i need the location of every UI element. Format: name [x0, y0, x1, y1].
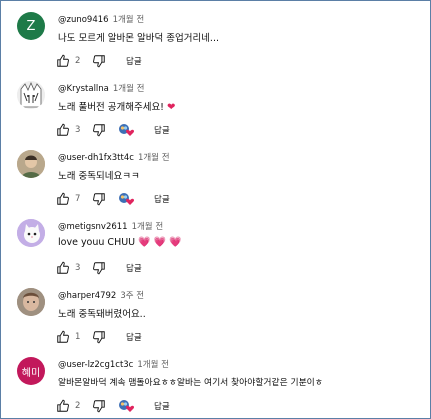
comment-author[interactable]: @Krystallna: [58, 84, 109, 94]
like-count: 3: [75, 263, 81, 273]
comment-author[interactable]: @metigsnv2611: [58, 222, 128, 232]
reply-button[interactable]: 답글: [126, 331, 142, 343]
comment-item: 혜미 @user-lz2cg1ct3c 1개월 전 알바몬알바덕 계속 맴돌아요ㅎ…: [0, 349, 431, 417]
reply-button[interactable]: 답글: [154, 193, 170, 205]
comment-meta: @Krystallna 1개월 전: [58, 82, 144, 94]
creator-heart-icon: [118, 192, 136, 206]
comment-meta: @user-dh1fx3tt4c 1개월 전: [58, 151, 170, 163]
thumbs-up-icon[interactable]: [56, 261, 70, 275]
like-count: 2: [75, 56, 81, 66]
thumbs-down-icon[interactable]: [92, 192, 106, 206]
avatar[interactable]: Z: [17, 12, 45, 40]
thumbs-down-icon[interactable]: [92, 261, 106, 275]
comment-time[interactable]: 1개월 전: [113, 15, 145, 25]
heart-emoji: 💗 💗 💗: [138, 237, 182, 248]
comment-item: @user-dh1fx3tt4c 1개월 전 노래 중독되네요ㅋㅋ 7 답글: [0, 142, 431, 210]
comment-text-content: 노래 중독돼버렸어요..: [58, 309, 146, 320]
comment-time[interactable]: 1개월 전: [113, 84, 145, 94]
like-count: 3: [75, 125, 81, 135]
creator-heart-icon: [118, 399, 136, 413]
comment-text-content: love youu CHUU: [58, 237, 136, 248]
comment-text: 나도 모르게 알바몬 알바덕 종업거리네...: [58, 30, 219, 44]
comment-actions: 2 답글: [56, 398, 170, 414]
comment-actions: 2 답글: [56, 53, 142, 69]
comment-meta: @zuno9416 1개월 전: [58, 13, 144, 25]
thumbs-up-icon[interactable]: [56, 399, 70, 413]
anime-avatar-icon: [17, 81, 45, 109]
thumbs-up-icon[interactable]: [56, 123, 70, 137]
comment-item: @harper4792 3주 전 노래 중독돼버렸어요.. 1 답글: [0, 280, 431, 348]
comment-meta: @harper4792 3주 전: [58, 289, 144, 301]
reply-button[interactable]: 답글: [126, 55, 142, 67]
thumbs-up-icon[interactable]: [56, 330, 70, 344]
comment-actions: 3 답글: [56, 260, 142, 276]
comment-time[interactable]: 3주 전: [120, 291, 144, 301]
comment-text: 노래 중독되네요ㅋㅋ: [58, 168, 140, 182]
thumbs-down-icon[interactable]: [92, 330, 106, 344]
comment-text: 알바몬알바덕 계속 맴돌아요ㅎㅎ알바는 여기서 찾아야할거같은 기분이ㅎ: [58, 375, 323, 388]
comment-author[interactable]: @user-dh1fx3tt4c: [58, 153, 134, 163]
comment-text: love youu CHUU 💗 💗 💗: [58, 237, 182, 248]
comment-meta: @user-lz2cg1ct3c 1개월 전: [58, 358, 169, 370]
like-count: 1: [75, 332, 81, 342]
comment-time[interactable]: 1개월 전: [132, 222, 164, 232]
comment-item: @metigsnv2611 1개월 전 love youu CHUU 💗 💗 💗 …: [0, 211, 431, 279]
reply-button[interactable]: 답글: [154, 124, 170, 136]
reply-button[interactable]: 답글: [126, 262, 142, 274]
reply-button[interactable]: 답글: [154, 400, 170, 412]
comment-actions: 7 답글: [56, 191, 170, 207]
thumbs-up-icon[interactable]: [56, 54, 70, 68]
avatar[interactable]: 혜미: [17, 357, 45, 385]
comment-meta: @metigsnv2611 1개월 전: [58, 220, 163, 232]
thumbs-down-icon[interactable]: [92, 123, 106, 137]
comment-time[interactable]: 1개월 전: [138, 153, 170, 163]
comment-author[interactable]: @harper4792: [58, 291, 116, 301]
comment-time[interactable]: 1개월 전: [137, 360, 169, 370]
comment-text: 노래 풀버전 공개해주세요! ❤: [58, 99, 175, 113]
comment-item: Z @zuno9416 1개월 전 나도 모르게 알바몬 알바덕 종업거리네...…: [0, 4, 431, 72]
comment-author[interactable]: @user-lz2cg1ct3c: [58, 360, 133, 370]
comment-item: @Krystallna 1개월 전 노래 풀버전 공개해주세요! ❤ 3 답글: [0, 73, 431, 141]
avatar-letter: Z: [26, 18, 36, 34]
like-count: 2: [75, 401, 81, 411]
comment-text-content: 노래 풀버전 공개해주세요!: [58, 102, 164, 113]
thumbs-down-icon[interactable]: [92, 54, 106, 68]
heart-emoji: ❤: [167, 102, 176, 113]
comment-text-content: 알바몬알바덕 계속 맴돌아요ㅎㅎ알바는 여기서 찾아야할거같은 기분이ㅎ: [58, 378, 323, 388]
comment-text-content: 노래 중독되네요ㅋㅋ: [58, 171, 140, 182]
thumbs-down-icon[interactable]: [92, 399, 106, 413]
comment-actions: 3 답글: [56, 122, 170, 138]
comment-actions: 1 답글: [56, 329, 142, 345]
avatar[interactable]: [17, 150, 45, 178]
comment-text: 노래 중독돼버렸어요..: [58, 306, 146, 320]
creator-heart-icon: [118, 123, 136, 137]
comment-text-content: 나도 모르게 알바몬 알바덕 종업거리네...: [58, 33, 219, 44]
comment-author[interactable]: @zuno9416: [58, 15, 109, 25]
thumbs-up-icon[interactable]: [56, 192, 70, 206]
avatar[interactable]: [17, 288, 45, 316]
avatar[interactable]: [17, 219, 45, 247]
avatar[interactable]: [17, 81, 45, 109]
face-avatar-icon: [17, 288, 45, 316]
like-count: 7: [75, 194, 81, 204]
avatar-letter: 혜미: [21, 367, 41, 379]
cat-avatar-icon: [17, 219, 45, 247]
photo-avatar-icon: [17, 150, 45, 178]
